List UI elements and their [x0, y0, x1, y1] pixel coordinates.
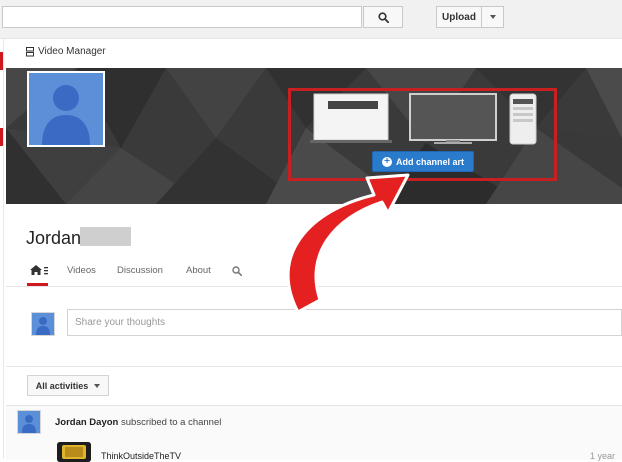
- video-manager-label: Video Manager: [38, 46, 106, 57]
- default-avatar-icon: [18, 411, 40, 433]
- feed-channel-title[interactable]: ThinkOutsideTheTV: [101, 451, 181, 461]
- upload-dropdown-button[interactable]: [481, 6, 504, 28]
- tab-discussion[interactable]: Discussion: [117, 265, 163, 276]
- search-button[interactable]: [363, 6, 403, 28]
- tv-icon: [57, 442, 91, 462]
- tabs-divider: [6, 286, 622, 287]
- video-manager-link[interactable]: Video Manager: [26, 46, 106, 57]
- avatar[interactable]: [17, 410, 41, 434]
- default-avatar-icon: [32, 313, 54, 335]
- plus-circle-icon: +: [381, 156, 392, 167]
- channel-avatar[interactable]: [27, 71, 105, 147]
- tab-home[interactable]: [29, 264, 49, 279]
- video-manager-icon: [26, 46, 34, 56]
- channel-name: Jordan: [26, 228, 82, 248]
- top-bar: Upload: [0, 0, 622, 39]
- search-input[interactable]: [2, 6, 362, 28]
- feed-item: [6, 405, 622, 460]
- dropdown-caret-icon: [489, 15, 496, 19]
- tab-search-icon: [232, 266, 243, 277]
- tab-search[interactable]: [232, 266, 243, 279]
- upload-button[interactable]: Upload: [436, 6, 482, 28]
- upload-label: Upload: [442, 11, 476, 23]
- add-channel-art-label: Add channel art: [395, 156, 464, 167]
- feed-user-link[interactable]: Jordan Dayon: [55, 417, 118, 428]
- share-thoughts-input[interactable]: [67, 309, 622, 336]
- channel-thumbnail[interactable]: [57, 442, 91, 462]
- guide-marker: [0, 128, 3, 146]
- feed-item-text: Jordan Dayon subscribed to a channel: [55, 417, 221, 428]
- avatar: [31, 312, 55, 336]
- add-channel-art-button[interactable]: + Add channel art: [372, 151, 474, 172]
- all-activities-label: All activities: [35, 380, 89, 391]
- search-icon: [377, 11, 389, 23]
- tab-videos[interactable]: Videos: [67, 265, 96, 276]
- tab-about[interactable]: About: [186, 265, 211, 276]
- left-border: [3, 38, 4, 459]
- guide-marker: [0, 52, 3, 70]
- feed-action: subscribed to a channel: [118, 417, 222, 428]
- section-divider: [6, 366, 622, 367]
- default-avatar-icon: [29, 73, 103, 145]
- redacted-surname: [80, 227, 131, 246]
- all-activities-dropdown[interactable]: All activities: [27, 375, 109, 396]
- dropdown-caret-icon: [94, 383, 101, 388]
- feed-timestamp: 1 year: [590, 451, 616, 461]
- home-icon: [30, 265, 48, 275]
